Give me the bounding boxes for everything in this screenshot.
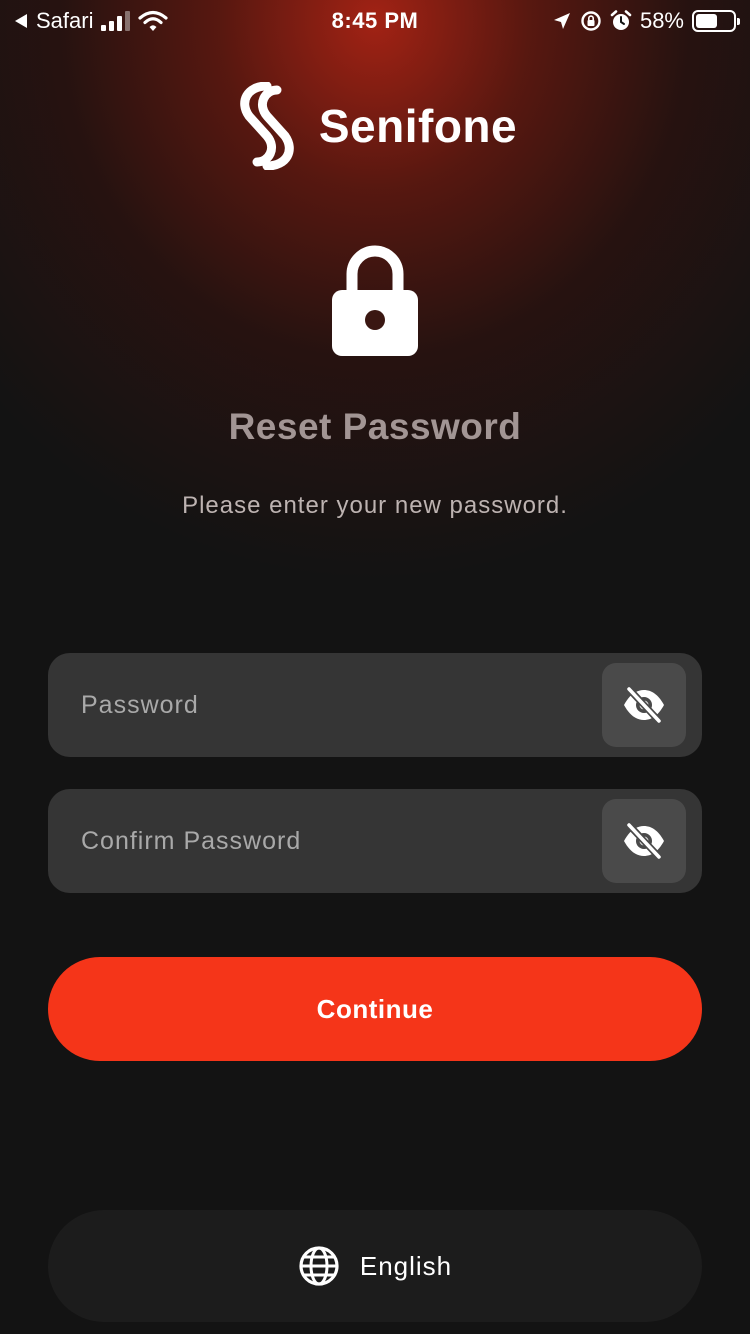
- rotation-lock-icon: [581, 11, 601, 31]
- battery-level: [696, 14, 717, 28]
- toggle-password-visibility-button[interactable]: [602, 663, 686, 747]
- password-input[interactable]: [48, 653, 588, 757]
- toggle-confirm-password-visibility-button[interactable]: [602, 799, 686, 883]
- status-right: 58%: [552, 8, 740, 34]
- password-field: [48, 653, 702, 757]
- eye-slash-icon: [624, 822, 664, 860]
- eye-slash-icon: [624, 686, 664, 724]
- lock-icon: [332, 245, 418, 356]
- lock-icon-wrap: [330, 242, 420, 360]
- globe-icon: [299, 1246, 339, 1286]
- alarm-clock-icon: [610, 10, 632, 30]
- brand-name: Senifone: [318, 100, 518, 152]
- battery-percent: 58%: [639, 8, 684, 33]
- brand-logo: Senifone: [0, 82, 750, 170]
- continue-button[interactable]: Continue: [48, 957, 702, 1061]
- battery-icon: [692, 10, 740, 32]
- confirm-password-field: [48, 789, 702, 893]
- status-bar: Safari 8:45 PM 58%: [0, 0, 750, 40]
- page-subtitle: Please enter your new password.: [182, 492, 568, 519]
- language-label: English: [359, 1250, 453, 1281]
- senifone-logo-icon: [240, 82, 294, 170]
- page-title: Reset Password: [228, 406, 522, 447]
- confirm-password-input[interactable]: [48, 789, 588, 893]
- language-selector-button[interactable]: English: [48, 1210, 702, 1322]
- location-arrow-icon: [553, 13, 570, 29]
